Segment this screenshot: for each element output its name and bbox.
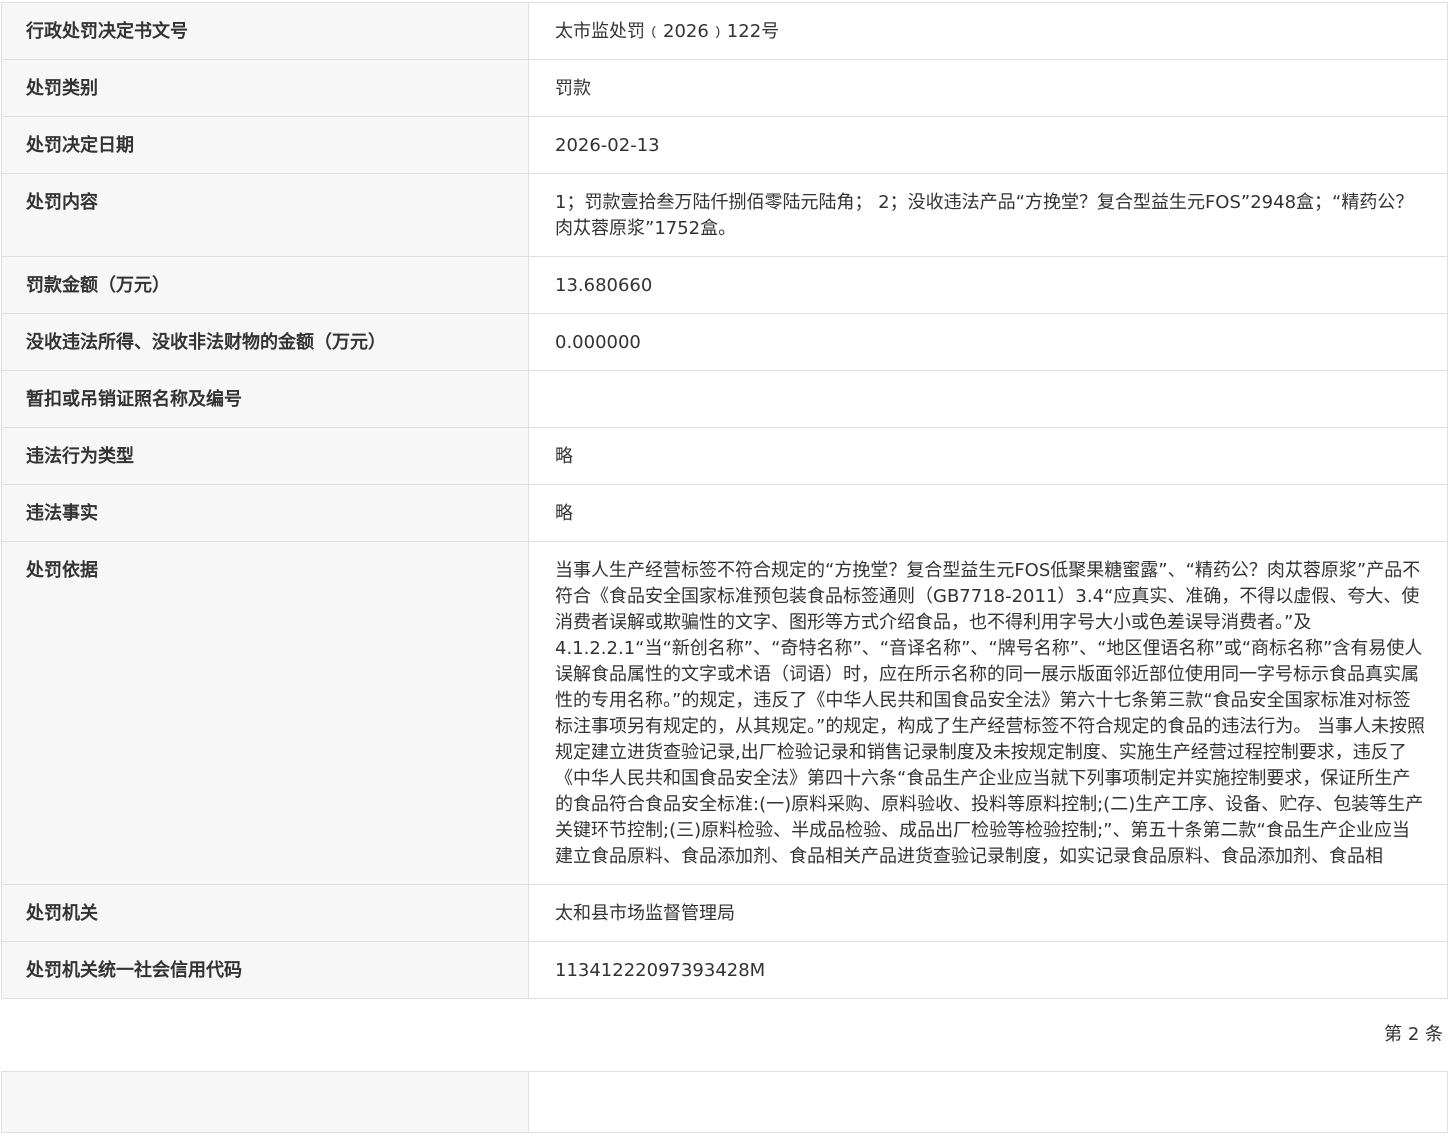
table-row: 处罚内容 1；罚款壹拾叁万陆仟捌佰零陆元陆角； 2；没收违法产品“方挽堂？复合型益… [1, 173, 1448, 257]
field-label: 行政处罚决定书文号 [1, 2, 529, 60]
field-label: 处罚内容 [1, 173, 529, 257]
table-row: 处罚机关 太和县市场监督管理局 [1, 884, 1448, 942]
record-index: 第 2 条 [1384, 1024, 1443, 1045]
table-row: 行政处罚决定书文号 太市监处罚﹙2026﹚122号 [1, 2, 1448, 60]
table-row: 没收违法所得、没收非法财物的金额（万元） 0.000000 [1, 313, 1448, 371]
field-label: 处罚类别 [1, 59, 529, 117]
field-value [528, 370, 1448, 428]
field-value: 0.000000 [528, 313, 1448, 371]
field-value: 1；罚款壹拾叁万陆仟捌佰零陆元陆角； 2；没收违法产品“方挽堂？复合型益生元FO… [528, 173, 1448, 257]
field-label: 违法行为类型 [1, 427, 529, 485]
field-value: 2026-02-13 [528, 116, 1448, 174]
field-label: 暂扣或吊销证照名称及编号 [1, 370, 529, 428]
field-label: 违法事实 [1, 484, 529, 542]
table-row: 罚款金额（万元） 13.680660 [1, 256, 1448, 314]
table-row: 违法事实略 [1, 484, 1448, 542]
table-row: 处罚决定日期 2026-02-13 [1, 116, 1448, 174]
table-row: 处罚依据 当事人生产经营标签不符合规定的“方挽堂？复合型益生元FOS低聚果糖蜜露”… [1, 541, 1448, 885]
next-record-table [1, 1071, 1448, 1133]
table-row: 处罚机关统一社会信用代码 11341222097393428M [1, 941, 1448, 999]
table-row: 违法行为类型略 [1, 427, 1448, 485]
field-value: 太市监处罚﹙2026﹚122号 [528, 2, 1448, 60]
field-value [528, 1071, 1448, 1133]
field-value: 罚款 [528, 59, 1448, 117]
field-label [1, 1071, 529, 1133]
field-value: 略 [528, 427, 1448, 485]
field-label: 处罚机关统一社会信用代码 [1, 941, 529, 999]
field-label: 没收违法所得、没收非法财物的金额（万元） [1, 313, 529, 371]
field-value: 当事人生产经营标签不符合规定的“方挽堂？复合型益生元FOS低聚果糖蜜露”、“精药… [528, 541, 1448, 885]
table-row: 暂扣或吊销证照名称及编号 [1, 370, 1448, 428]
field-label: 处罚机关 [1, 884, 529, 942]
table-row: 处罚类别 罚款 [1, 59, 1448, 117]
field-label: 罚款金额（万元） [1, 256, 529, 314]
field-value: 13.680660 [528, 256, 1448, 314]
field-label: 处罚决定日期 [1, 116, 529, 174]
penalty-record-table: 行政处罚决定书文号 太市监处罚﹙2026﹚122号 处罚类别 罚款 处罚决定日期 2026… [1, 2, 1448, 999]
field-value: 11341222097393428M [528, 941, 1448, 999]
table-row [1, 1071, 1448, 1133]
field-value: 太和县市场监督管理局 [528, 884, 1448, 942]
field-value: 略 [528, 484, 1448, 542]
field-label: 处罚依据 [1, 541, 529, 885]
